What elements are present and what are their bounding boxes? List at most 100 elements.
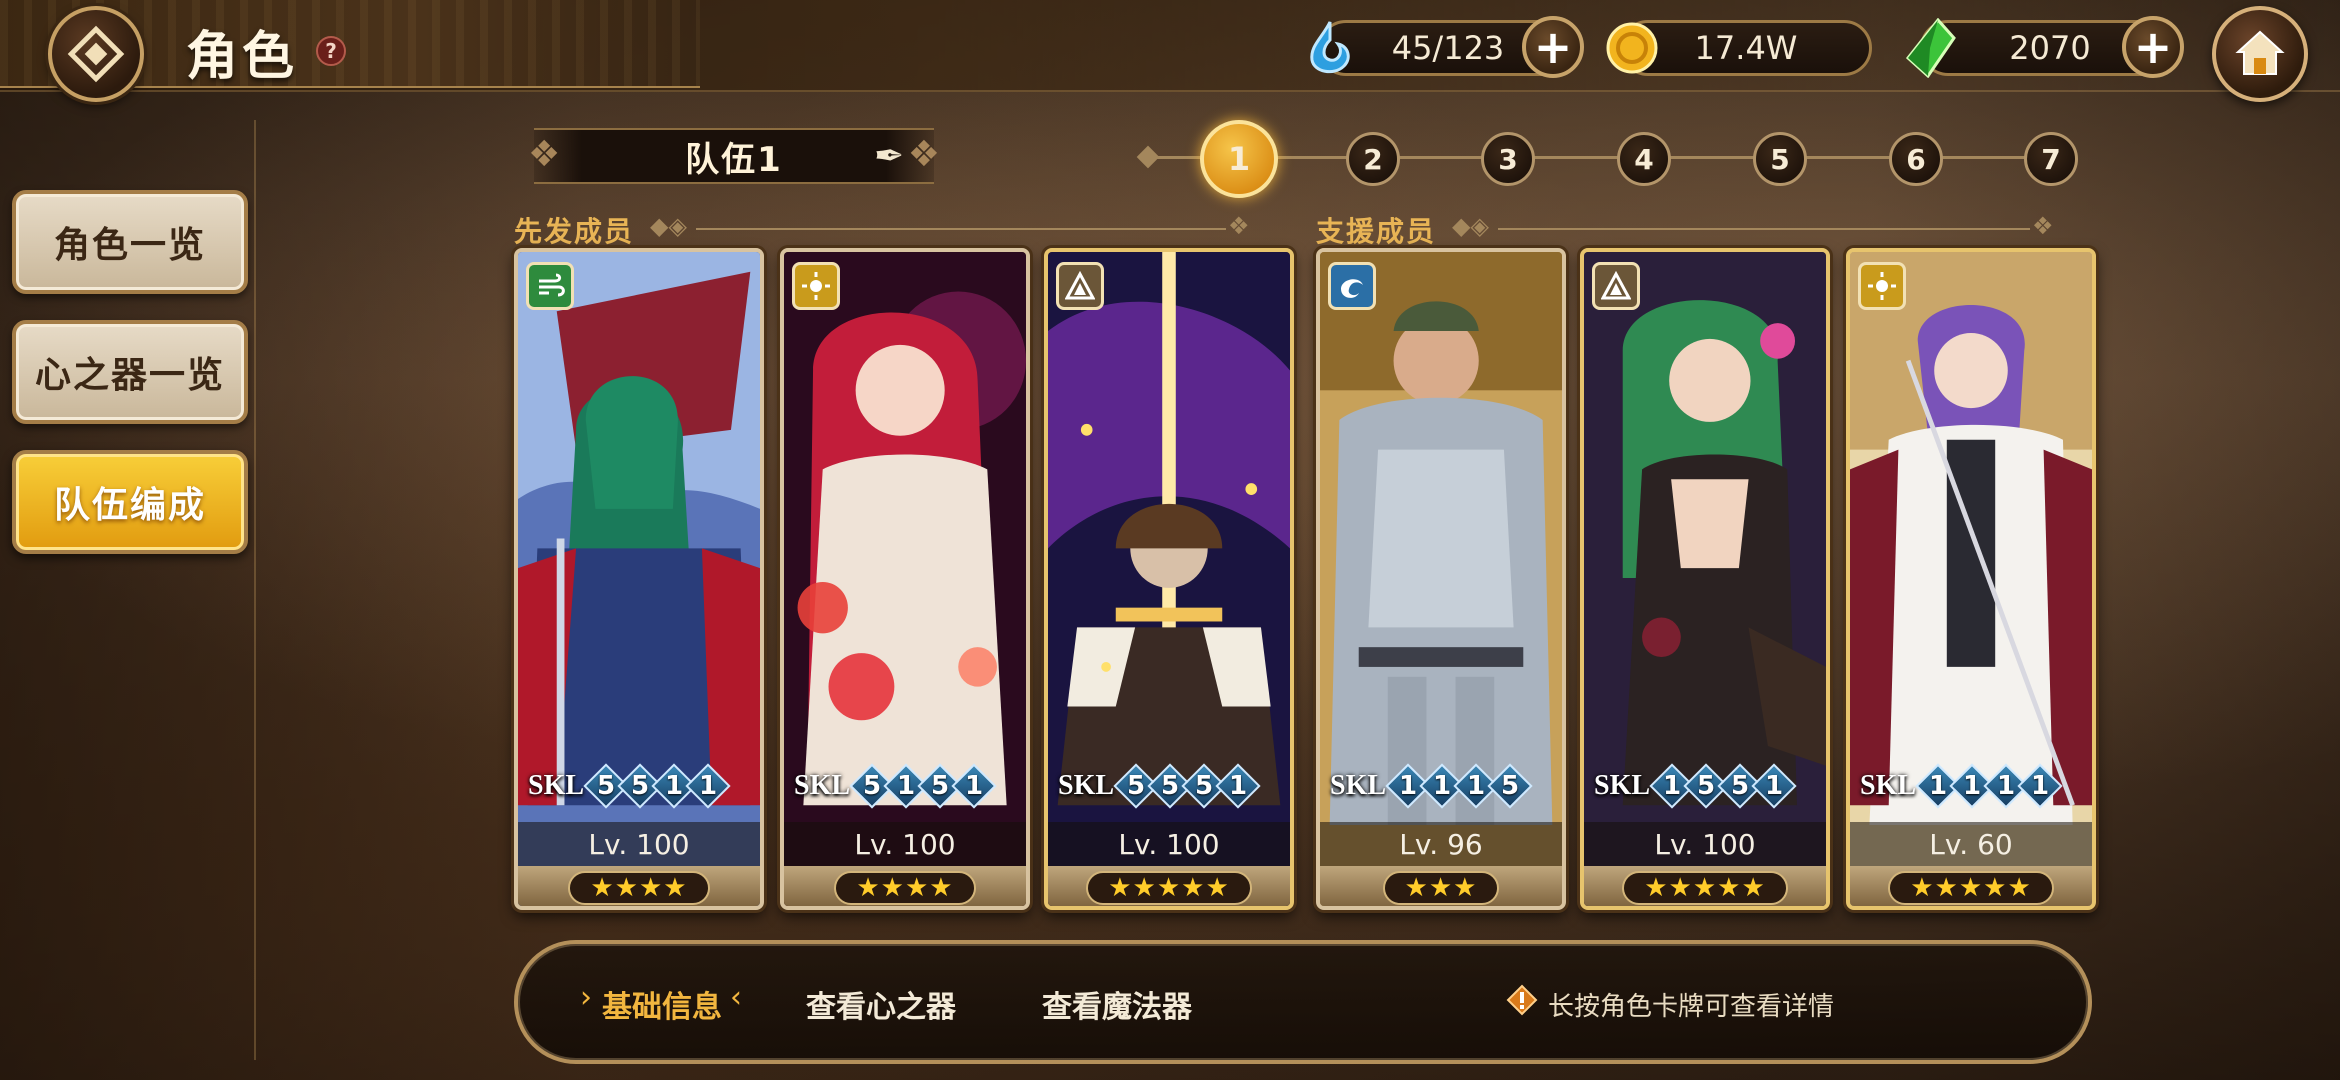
tab-view-heart[interactable]: 查看心之器 [806,982,956,1026]
team-slot-selector: 1 2 3 4 5 6 7 [1136,120,2100,198]
earth-element-icon [1056,262,1104,310]
rarity-band: ★★★★ [518,866,760,906]
character-level: Lv. 100 [854,827,956,861]
sidebar-divider [254,120,256,1060]
skill-levels: SKL 1 5 5 1 [1594,764,1792,808]
support-members-label: 支援成员 [1316,215,1437,248]
home-button[interactable] [2212,6,2308,102]
sidebar: 角色一览 心之器一览 队伍编成 [12,190,248,580]
page-title: 角色 [186,27,299,87]
character-card[interactable]: SKL 1 1 1 1 Lv. 60 ★★★★★ [1846,248,2096,910]
section-ornament-icon: ❖ [1228,212,1250,240]
character-level: Lv. 96 [1399,827,1483,861]
skill-gem: 1 [956,766,992,806]
level-band: Lv. 96 [1320,822,1562,866]
support-members-line [1498,228,2030,230]
character-card[interactable]: SKL 5 5 5 1 Lv. 100 ★★★★★ [1044,248,1294,910]
skl-tag: SKL [1860,770,1917,801]
skl-tag: SKL [528,770,585,801]
team-slot-4[interactable]: 4 [1617,132,1671,186]
sidebar-item-team-formation[interactable]: 队伍编成 [12,450,248,554]
rarity-band: ★★★ [1320,866,1562,906]
skill-gem: 1 [1756,766,1792,806]
level-band: Lv. 100 [1584,822,1826,866]
hint-diamond-icon [1506,984,1538,1016]
gold-coin-icon [1602,18,1662,78]
rarity-band: ★★★★★ [1048,866,1290,906]
water-drop-icon [1300,18,1360,78]
character-card[interactable]: SKL 5 5 1 1 Lv. 100 ★★★★ [514,248,764,910]
team-name-plate[interactable]: ❖ 队伍1 ✒ ❖ [528,128,940,184]
team-name: 队伍1 [685,139,783,180]
light-element-icon [1858,262,1906,310]
bottom-info-bar: › 基础信息 ‹ 查看心之器 查看魔法器 长按角色卡牌可查看详情 [514,940,2092,1064]
home-icon [2235,30,2285,75]
team-slot-2[interactable]: 2 [1346,132,1400,186]
rarity-band: ★★★★ [784,866,1026,906]
team-slot-7[interactable]: 7 [2024,132,2078,186]
long-press-hint: 长按角色卡牌可查看详情 [1548,992,1835,1022]
left-ornament-icon: ❖ [528,134,561,175]
rarity-stars: ★★★ [1382,871,1500,905]
skill-gem: 5 [1492,766,1528,806]
rarity-stars: ★★★★★ [1888,871,2054,905]
back-button[interactable] [48,6,144,102]
character-card[interactable]: SKL 1 1 1 5 Lv. 96 ★★★ [1316,248,1566,910]
level-band: Lv. 100 [784,822,1026,866]
water-element-icon [1328,262,1376,310]
edit-quill-icon[interactable]: ✒ [874,136,904,177]
back-diamond-icon [67,25,125,83]
team-slot-5[interactable]: 5 [1753,132,1807,186]
character-card[interactable]: SKL 5 1 5 1 Lv. 100 ★★★★ [780,248,1030,910]
light-element-icon [792,262,840,310]
character-level: Lv. 100 [588,827,690,861]
skill-levels: SKL 5 5 1 1 [528,764,726,808]
rarity-stars: ★★★★★ [1086,871,1252,905]
skill-levels: SKL 5 1 5 1 [794,764,992,808]
section-ornament-icon: ❖ [2032,212,2054,240]
character-level: Lv. 100 [1118,827,1220,861]
skill-gem: 1 [2022,766,2058,806]
level-band: Lv. 60 [1850,822,2092,866]
skill-levels: SKL 5 5 5 1 [1058,764,1256,808]
sidebar-item-character-list[interactable]: 角色一览 [12,190,248,294]
character-level: Lv. 60 [1929,827,2013,861]
character-card[interactable]: SKL 1 5 5 1 Lv. 100 ★★★★★ [1580,248,1830,910]
starting-members-label: 先发成员 [514,215,635,248]
rarity-stars: ★★★★★ [1622,871,1788,905]
level-band: Lv. 100 [518,822,760,866]
section-ornament-icon: ◆◈ [650,212,687,240]
skl-tag: SKL [1594,770,1651,801]
add-gem-button[interactable]: + [2122,16,2184,78]
team-slot-3[interactable]: 3 [1481,132,1535,186]
starting-members-line [696,228,1226,230]
sidebar-item-heart-list[interactable]: 心之器一览 [12,320,248,424]
rarity-stars: ★★★★ [568,871,710,905]
tab-arrow-right-icon: ‹ [730,980,742,1015]
skl-tag: SKL [794,770,851,801]
tab-view-magic-device[interactable]: 查看魔法器 [1042,982,1192,1026]
help-icon[interactable]: ? [316,36,346,66]
rarity-band: ★★★★★ [1584,866,1826,906]
team-slot-1[interactable]: 1 [1200,120,1278,198]
rarity-band: ★★★★★ [1850,866,2092,906]
green-crystal-icon [1900,18,1960,78]
skl-tag: SKL [1330,770,1387,801]
wind-element-icon [526,262,574,310]
skill-levels: SKL 1 1 1 1 [1860,764,2058,808]
skl-tag: SKL [1058,770,1115,801]
section-ornament-icon: ◆◈ [1452,212,1489,240]
right-ornament-icon: ❖ [907,134,940,175]
earth-element-icon [1592,262,1640,310]
skill-gem: 1 [1220,766,1256,806]
level-band: Lv. 100 [1048,822,1290,866]
skill-gem: 1 [690,766,726,806]
character-level: Lv. 100 [1654,827,1756,861]
tab-arrow-left-icon: › [580,980,592,1015]
slot-line-start-icon [1136,145,1160,169]
tab-basic-info[interactable]: 基础信息 [602,982,722,1026]
skill-levels: SKL 1 1 1 5 [1330,764,1528,808]
rarity-stars: ★★★★ [834,871,976,905]
add-stamina-button[interactable]: + [1522,16,1584,78]
team-slot-6[interactable]: 6 [1889,132,1943,186]
